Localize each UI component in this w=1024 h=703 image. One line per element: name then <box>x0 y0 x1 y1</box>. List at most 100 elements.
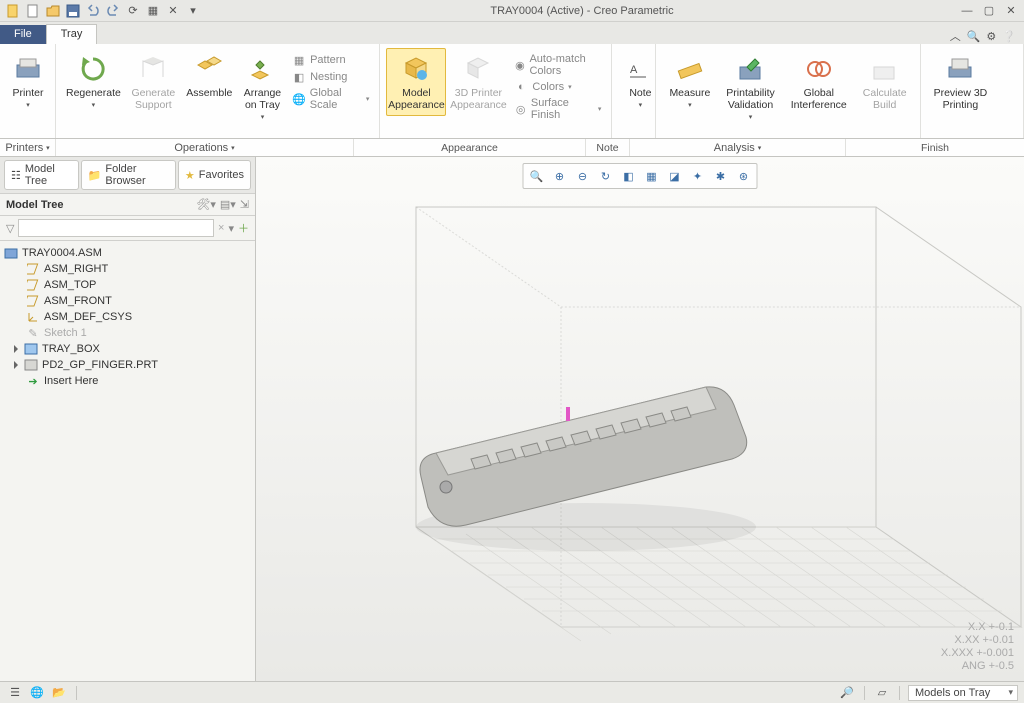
regen-icon[interactable]: ⟳ <box>124 2 142 20</box>
group-note: A Note ▾ <box>612 44 656 138</box>
close-win-icon[interactable]: ✕ <box>164 2 182 20</box>
tab-model-tree[interactable]: ☷Model Tree <box>4 160 79 190</box>
interference-label: Global Interference <box>791 87 847 111</box>
save-icon[interactable] <box>64 2 82 20</box>
ribbon-group-labels: Printers ▾ Operations ▾ Appearance Note … <box>0 139 1024 157</box>
search-icon[interactable]: 🔍 <box>967 30 981 43</box>
scale-icon: 🌐 <box>292 92 306 106</box>
window-controls: — ▢ ✕ <box>958 3 1024 19</box>
measure-icon <box>674 53 706 85</box>
regenerate-button[interactable]: Regenerate ▾ <box>62 48 125 114</box>
help-icon[interactable]: ❔ <box>1002 30 1016 43</box>
tab-favorites[interactable]: ★Favorites <box>178 160 251 190</box>
tab-tray[interactable]: Tray <box>46 24 98 44</box>
tree-settings-icon[interactable]: 🛠▾ <box>196 198 216 211</box>
tree-filter-row: ▽ × ▾ ＋ <box>0 216 255 241</box>
tree-item-sketch[interactable]: ✎Sketch 1 <box>2 325 253 341</box>
csys-icon <box>26 310 40 324</box>
arrange-on-tray-button[interactable]: Arrange on Tray ▾ <box>239 48 286 126</box>
maximize-button[interactable]: ▢ <box>980 3 998 19</box>
regenerate-label: Regenerate <box>66 87 121 99</box>
surface-finish-item[interactable]: ◎Surface Finish ▾ <box>510 96 605 122</box>
tree-show-icon[interactable]: ▤▾ <box>220 198 236 211</box>
model-appearance-button[interactable]: Model Appearance <box>386 48 446 116</box>
folder-status-icon[interactable]: 📂 <box>50 684 68 702</box>
surface-icon: ◎ <box>514 102 527 116</box>
note-icon: A <box>624 53 656 85</box>
colors-item[interactable]: ◐Colors ▾ <box>510 79 605 95</box>
printability-label: Printability Validation <box>726 87 774 111</box>
part-icon <box>24 358 38 372</box>
datum-icon <box>26 294 40 308</box>
group-label-analysis[interactable]: Analysis ▾ <box>630 139 846 156</box>
windows-icon[interactable]: ▦ <box>144 2 162 20</box>
tree-item-csys[interactable]: ASM_DEF_CSYS <box>2 309 253 325</box>
select-icon[interactable]: ☰ <box>6 684 24 702</box>
group-analysis: Measure ▾ Printability Validation ▾ Glob… <box>656 44 920 138</box>
qat-menu-icon[interactable]: ▾ <box>184 2 202 20</box>
part-icon <box>24 342 38 356</box>
interference-button[interactable]: Global Interference <box>784 48 854 116</box>
global-scale-item[interactable]: 🌐Global Scale ▾ <box>288 86 373 112</box>
tree-expand-icon[interactable]: ⇲ <box>240 198 249 211</box>
close-button[interactable]: ✕ <box>1002 3 1020 19</box>
group-label-operations[interactable]: Operations ▾ <box>56 139 354 156</box>
gear-icon[interactable]: ⚙ <box>986 30 996 43</box>
tree-filter-input[interactable] <box>18 219 214 237</box>
redo-icon[interactable] <box>104 2 122 20</box>
undo-icon[interactable] <box>84 2 102 20</box>
tree-item-finger-prt[interactable]: PD2_GP_FINGER.PRT <box>2 357 253 373</box>
geometry-icon[interactable]: ▱ <box>873 684 891 702</box>
insert-icon: ➔ <box>26 374 40 388</box>
expand-icon[interactable] <box>14 361 18 369</box>
separator <box>864 686 865 700</box>
calc-icon <box>869 53 901 85</box>
tree-item-asm-top[interactable]: ASM_TOP <box>2 277 253 293</box>
preview-3d-button[interactable]: Preview 3D Printing <box>927 48 995 116</box>
tree-root[interactable]: TRAY0004.ASM <box>2 245 253 261</box>
nesting-item[interactable]: ◧Nesting <box>288 69 373 85</box>
assemble-button[interactable]: Assemble <box>182 48 237 104</box>
tree-item-asm-right[interactable]: ASM_RIGHT <box>2 261 253 277</box>
printer-button[interactable]: Printer ▾ <box>6 48 50 114</box>
datum-icon <box>26 262 40 276</box>
group-label-printers[interactable]: Printers ▾ <box>0 139 56 156</box>
support-icon <box>137 53 169 85</box>
find-icon[interactable]: 🔎 <box>838 684 856 702</box>
new-icon[interactable] <box>24 2 42 20</box>
scene-3d <box>256 157 1024 667</box>
selection-filter-dropdown[interactable]: Models on Tray <box>908 685 1018 701</box>
doc-icon[interactable] <box>4 2 22 20</box>
ribbon-minimize-icon[interactable]: ︿ <box>950 28 961 44</box>
tab-folder-browser[interactable]: 📁Folder Browser <box>81 160 176 190</box>
add-filter-icon[interactable]: ＋ <box>238 220 249 236</box>
tab-file[interactable]: File <box>0 25 46 44</box>
measure-label: Measure <box>669 87 710 99</box>
printer-appearance-label: 3D Printer Appearance <box>450 87 507 111</box>
tree-icon: ☷ <box>11 169 21 182</box>
sketch-icon: ✎ <box>26 326 40 340</box>
star-icon: ★ <box>185 169 195 182</box>
operations-stack: ▦Pattern ◧Nesting 🌐Global Scale ▾ <box>288 48 373 112</box>
status-left: ☰ 🌐 📂 <box>6 684 68 702</box>
minimize-button[interactable]: — <box>958 3 976 19</box>
printability-button[interactable]: Printability Validation ▾ <box>719 48 781 126</box>
tree-item-insert-here[interactable]: ➔Insert Here <box>2 373 253 389</box>
graphics-canvas[interactable]: 🔍 ⊕ ⊖ ↻ ◧ ▦ ◪ ✦ ✱ ⊛ <box>256 157 1024 681</box>
colors-icon: ◐ <box>514 80 528 94</box>
expand-icon[interactable] <box>14 345 18 353</box>
measure-button[interactable]: Measure ▾ <box>662 48 717 114</box>
browser-icon[interactable]: 🌐 <box>28 684 46 702</box>
open-icon[interactable] <box>44 2 62 20</box>
pattern-item[interactable]: ▦Pattern <box>288 52 373 68</box>
group-label-appearance: Appearance <box>354 139 586 156</box>
filter-icon[interactable]: ▽ <box>6 222 14 235</box>
clear-filter-icon[interactable]: × <box>218 222 224 234</box>
tree-item-asm-front[interactable]: ASM_FRONT <box>2 293 253 309</box>
model-appearance-label: Model Appearance <box>388 87 445 111</box>
automatch-item[interactable]: ◉Auto-match Colors <box>510 52 605 78</box>
tree-item-tray-box[interactable]: TRAY_BOX <box>2 341 253 357</box>
filter-menu-icon[interactable]: ▾ <box>228 222 234 235</box>
note-label: Note <box>629 87 651 99</box>
folder-icon: 📁 <box>88 169 102 182</box>
